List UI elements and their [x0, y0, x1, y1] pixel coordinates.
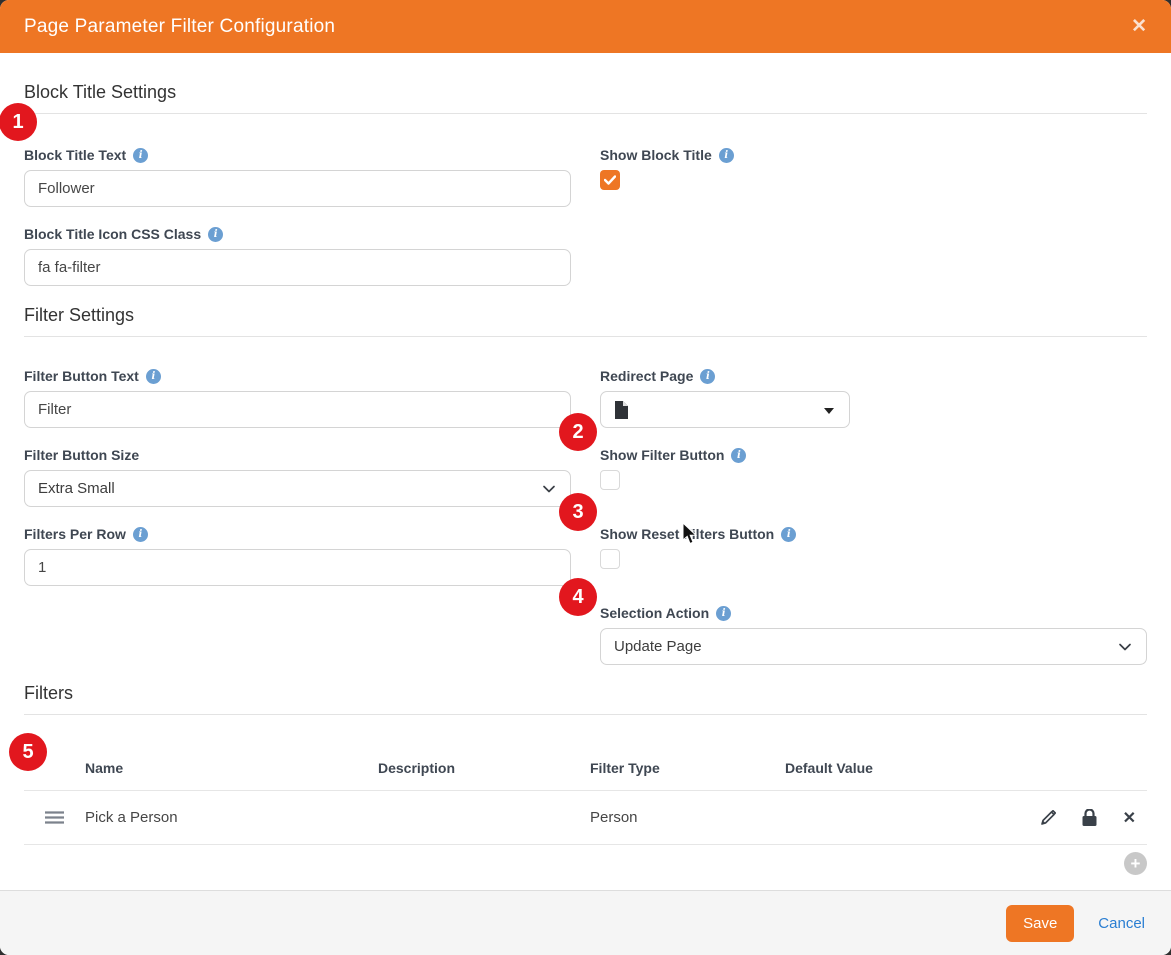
filter-button-size-select[interactable]: Extra Small	[24, 470, 571, 507]
redirect-page-field: Redirect Page i	[600, 368, 1147, 428]
column-filter-type: Filter Type	[590, 760, 785, 776]
info-icon[interactable]: i	[208, 227, 223, 242]
pencil-icon	[1040, 810, 1056, 826]
filter-button-text-input[interactable]	[24, 391, 571, 428]
filter-button-text-field: Filter Button Text i	[24, 368, 571, 428]
security-button[interactable]	[1082, 809, 1097, 826]
chevron-down-icon	[542, 482, 556, 496]
info-icon[interactable]: i	[133, 527, 148, 542]
column-default-value: Default Value	[785, 760, 1015, 776]
drag-handle[interactable]	[24, 811, 64, 824]
page-parameter-filter-configuration-modal: 1 2 3 4 5 Page Parameter Filter Configur…	[0, 0, 1171, 955]
row-name: Pick a Person	[85, 809, 378, 826]
callout-1: 1	[0, 103, 37, 141]
block-title-icon-css-class-input[interactable]	[24, 249, 571, 286]
close-icon[interactable]: ✕	[1131, 17, 1147, 36]
show-block-title-field: Show Block Title i	[600, 147, 1147, 207]
block-title-text-field: Block Title Text i	[24, 147, 571, 207]
info-icon[interactable]: i	[700, 369, 715, 384]
filter-settings-heading: Filter Settings	[24, 305, 1147, 326]
info-icon[interactable]: i	[731, 448, 746, 463]
filters-per-row-label: Filters Per Row i	[24, 526, 571, 542]
callout-3: 3	[559, 493, 597, 531]
info-icon[interactable]: i	[719, 148, 734, 163]
filters-heading: Filters	[24, 683, 1147, 704]
info-icon[interactable]: i	[781, 527, 796, 542]
block-title-settings-heading: Block Title Settings	[24, 82, 1147, 103]
caret-down-icon	[824, 408, 834, 414]
drag-handle-icon	[45, 811, 64, 824]
cancel-button[interactable]: Cancel	[1098, 915, 1145, 932]
delete-button[interactable]: ✕	[1123, 808, 1136, 828]
callout-4: 4	[559, 578, 597, 616]
filters-table: Name Description Filter Type Default Val…	[24, 715, 1147, 882]
callout-5: 5	[9, 733, 47, 771]
check-icon	[604, 175, 616, 185]
show-block-title-checkbox[interactable]	[600, 170, 620, 190]
modal-header: Page Parameter Filter Configuration ✕	[0, 0, 1171, 53]
info-icon[interactable]: i	[716, 606, 731, 621]
show-reset-filters-button-checkbox[interactable]	[600, 549, 620, 569]
show-filter-button-label: Show Filter Button i	[600, 447, 1147, 463]
column-name: Name	[85, 760, 378, 776]
add-filter-button[interactable]: +	[1124, 852, 1147, 875]
mouse-cursor	[681, 522, 698, 546]
block-title-text-input[interactable]	[24, 170, 571, 207]
redirect-page-picker[interactable]	[600, 391, 850, 428]
show-filter-button-field: Show Filter Button i	[600, 447, 1147, 507]
block-title-icon-css-class-field: Block Title Icon CSS Class i	[24, 226, 571, 286]
filters-table-header: Name Description Filter Type Default Val…	[24, 715, 1147, 791]
row-filter-type: Person	[590, 809, 785, 826]
block-title-icon-css-class-label: Block Title Icon CSS Class i	[24, 226, 571, 242]
show-filter-button-checkbox[interactable]	[600, 470, 620, 490]
divider	[24, 113, 1147, 114]
filters-per-row-input[interactable]	[24, 549, 571, 586]
block-title-text-label: Block Title Text i	[24, 147, 571, 163]
filter-button-size-label: Filter Button Size	[24, 447, 571, 463]
redirect-page-label: Redirect Page i	[600, 368, 1147, 384]
lock-icon	[1082, 809, 1097, 826]
selection-action-field: Selection Action i Update Page	[600, 605, 1147, 665]
edit-button[interactable]	[1040, 810, 1056, 826]
divider	[24, 336, 1147, 337]
filter-button-text-label: Filter Button Text i	[24, 368, 571, 384]
modal-title: Page Parameter Filter Configuration	[24, 16, 335, 38]
filter-button-size-field: Filter Button Size Extra Small	[24, 447, 571, 507]
modal-footer: Save Cancel	[0, 890, 1171, 955]
selection-action-select[interactable]: Update Page	[600, 628, 1147, 665]
info-icon[interactable]: i	[146, 369, 161, 384]
info-icon[interactable]: i	[133, 148, 148, 163]
chevron-down-icon	[1118, 640, 1132, 654]
save-button[interactable]: Save	[1006, 905, 1074, 942]
filters-per-row-field: Filters Per Row i	[24, 526, 571, 586]
show-block-title-label: Show Block Title i	[600, 147, 1147, 163]
selection-action-label: Selection Action i	[600, 605, 1147, 621]
table-row: Pick a Person Person	[24, 791, 1147, 845]
callout-2: 2	[559, 413, 597, 451]
column-description: Description	[378, 760, 590, 776]
page-icon	[614, 401, 629, 419]
x-icon: ✕	[1123, 808, 1136, 828]
modal-body: Block Title Settings Block Title Text i …	[0, 53, 1171, 890]
